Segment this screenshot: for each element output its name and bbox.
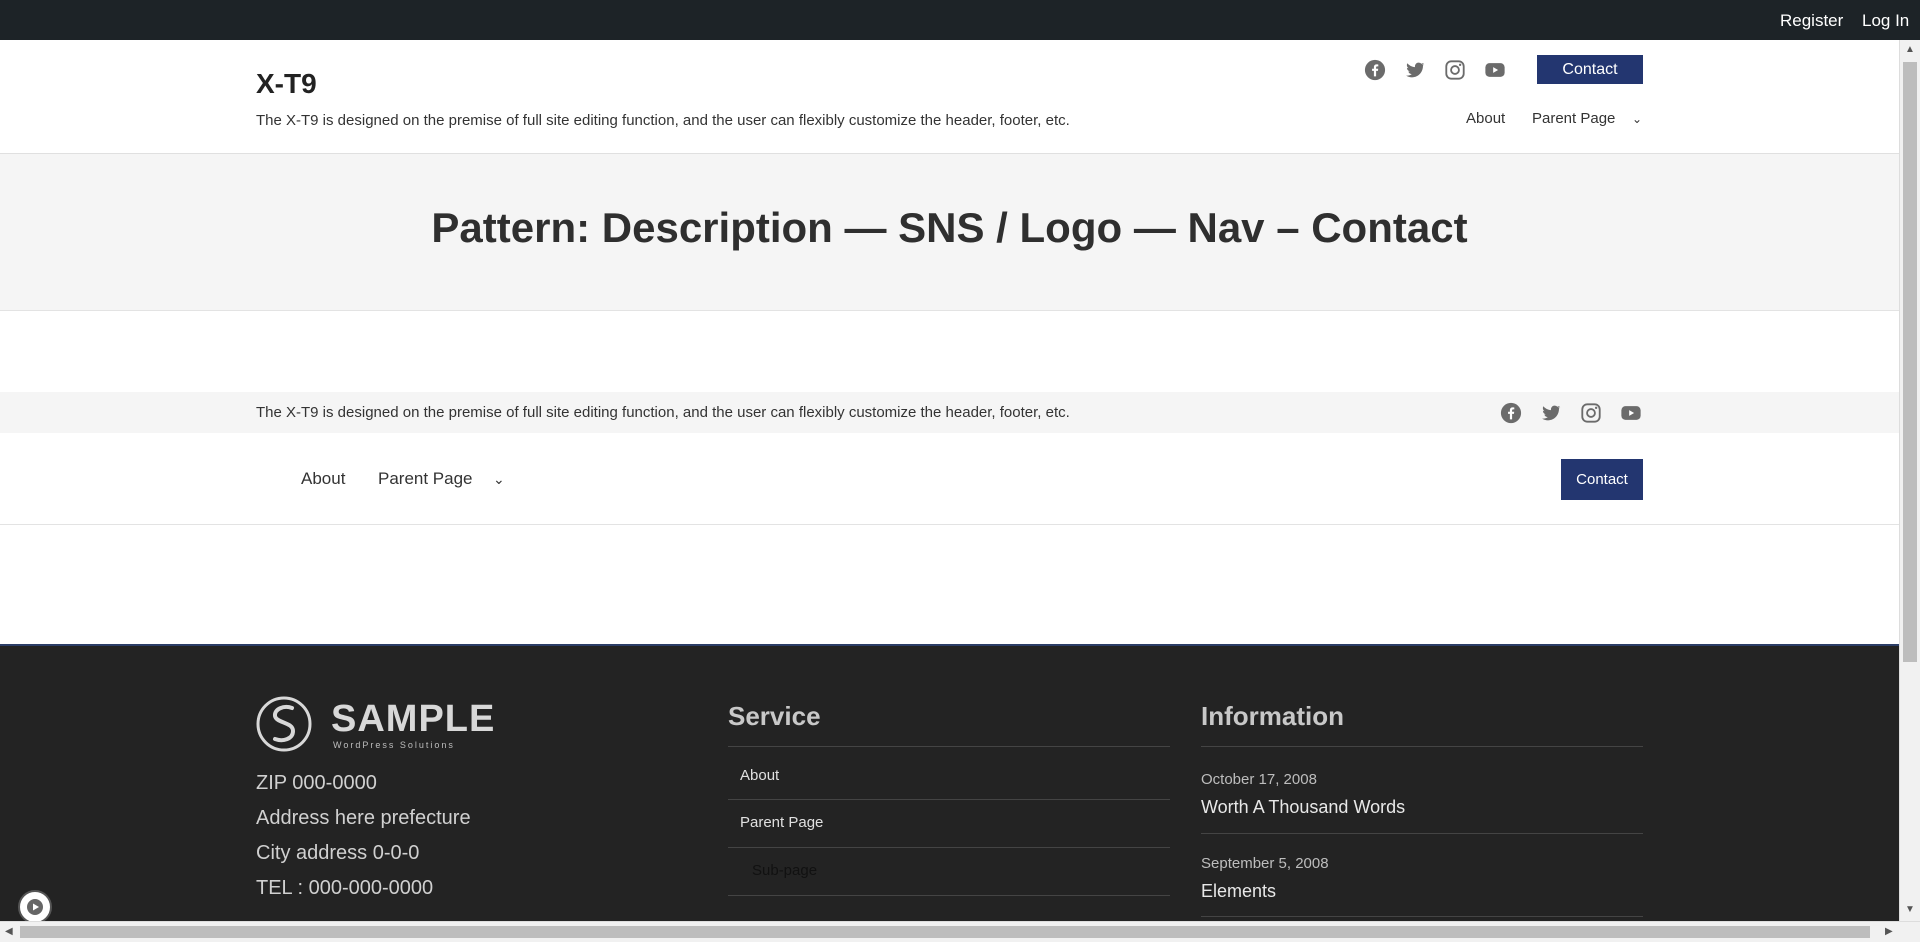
logo-wordmark: SAMPLE bbox=[331, 698, 496, 740]
horizontal-scroll-thumb[interactable] bbox=[20, 926, 1870, 938]
site-description: The X-T9 is designed on the premise of f… bbox=[256, 112, 1070, 129]
footer-link-parent-page[interactable]: Parent Page bbox=[740, 814, 823, 831]
footer-zip: ZIP 000-0000 bbox=[256, 772, 377, 794]
play-icon bbox=[27, 899, 43, 915]
pattern-description-bar: The X-T9 is designed on the premise of f… bbox=[0, 392, 1899, 433]
divider bbox=[728, 895, 1170, 896]
footer-city: City address 0-0-0 bbox=[256, 842, 420, 864]
page-title: Pattern: Description — SNS / Logo — Nav … bbox=[431, 204, 1468, 251]
sample-logo-icon bbox=[256, 696, 312, 752]
site-footer: SAMPLE WordPress Solutions ZIP 000-0000 … bbox=[0, 644, 1899, 921]
chevron-down-icon[interactable]: ⌄ bbox=[1632, 112, 1642, 126]
footer-address: Address here prefecture bbox=[256, 807, 471, 829]
youtube-icon[interactable] bbox=[1620, 402, 1642, 424]
login-link[interactable]: Log In bbox=[1862, 11, 1909, 31]
divider bbox=[1201, 746, 1643, 747]
page-viewport: X-T9 The X-T9 is designed on the premise… bbox=[0, 40, 1899, 921]
nav-item-parent-page[interactable]: Parent Page bbox=[1532, 110, 1615, 127]
instagram-icon[interactable] bbox=[1444, 59, 1466, 81]
register-link[interactable]: Register bbox=[1780, 11, 1843, 31]
post-title-link[interactable]: Elements bbox=[1201, 881, 1276, 902]
header-sns-icons bbox=[1364, 59, 1506, 81]
horizontal-scrollbar[interactable]: ◀ ▶ bbox=[0, 921, 1920, 942]
post-title-link[interactable]: Worth A Thousand Words bbox=[1201, 797, 1405, 818]
footer-link-sub-page[interactable]: Sub-page bbox=[752, 862, 817, 879]
logo-tagline: WordPress Solutions bbox=[333, 740, 455, 750]
header-contact-button[interactable]: Contact bbox=[1537, 55, 1643, 84]
site-title[interactable]: X-T9 bbox=[256, 68, 317, 100]
pattern-nav-parent-page[interactable]: Parent Page bbox=[378, 469, 473, 489]
pattern-sns-icons bbox=[1500, 402, 1642, 424]
facebook-icon[interactable] bbox=[1364, 59, 1386, 81]
chevron-down-icon[interactable]: ⌄ bbox=[493, 471, 505, 488]
pattern-contact-button[interactable]: Contact bbox=[1561, 459, 1643, 500]
divider bbox=[1201, 833, 1643, 834]
vertical-scroll-thumb[interactable] bbox=[1903, 62, 1917, 662]
divider bbox=[728, 799, 1170, 800]
divider bbox=[1201, 916, 1643, 917]
footer-link-about[interactable]: About bbox=[740, 767, 779, 784]
footer-service-heading: Service bbox=[728, 701, 821, 731]
divider bbox=[728, 746, 1170, 747]
instagram-icon[interactable] bbox=[1580, 402, 1602, 424]
admin-bar: Register Log In bbox=[0, 0, 1920, 40]
divider bbox=[728, 847, 1170, 848]
footer-logo[interactable]: SAMPLE WordPress Solutions bbox=[256, 696, 496, 756]
post-date: September 5, 2008 bbox=[1201, 855, 1329, 872]
page-title-banner: Pattern: Description — SNS / Logo — Nav … bbox=[0, 154, 1899, 311]
play-button[interactable] bbox=[18, 890, 52, 924]
twitter-icon[interactable] bbox=[1540, 402, 1562, 424]
pattern-nav-about[interactable]: About bbox=[301, 469, 345, 489]
pattern-nav-row: About Parent Page ⌄ Contact bbox=[0, 433, 1899, 525]
post-date: October 17, 2008 bbox=[1201, 771, 1317, 788]
scroll-down-arrow-icon[interactable]: ▼ bbox=[1905, 904, 1915, 915]
scroll-right-arrow-icon[interactable]: ▶ bbox=[1885, 926, 1893, 937]
facebook-icon[interactable] bbox=[1500, 402, 1522, 424]
pattern-description: The X-T9 is designed on the premise of f… bbox=[256, 404, 1070, 421]
nav-item-about[interactable]: About bbox=[1466, 110, 1505, 127]
vertical-scrollbar[interactable]: ▲ ▼ bbox=[1899, 40, 1920, 921]
youtube-icon[interactable] bbox=[1484, 59, 1506, 81]
footer-information-heading: Information bbox=[1201, 701, 1344, 731]
footer-tel: TEL : 000-000-0000 bbox=[256, 877, 434, 899]
scroll-up-arrow-icon[interactable]: ▲ bbox=[1905, 44, 1915, 55]
twitter-icon[interactable] bbox=[1404, 59, 1426, 81]
scroll-left-arrow-icon[interactable]: ◀ bbox=[5, 926, 13, 937]
